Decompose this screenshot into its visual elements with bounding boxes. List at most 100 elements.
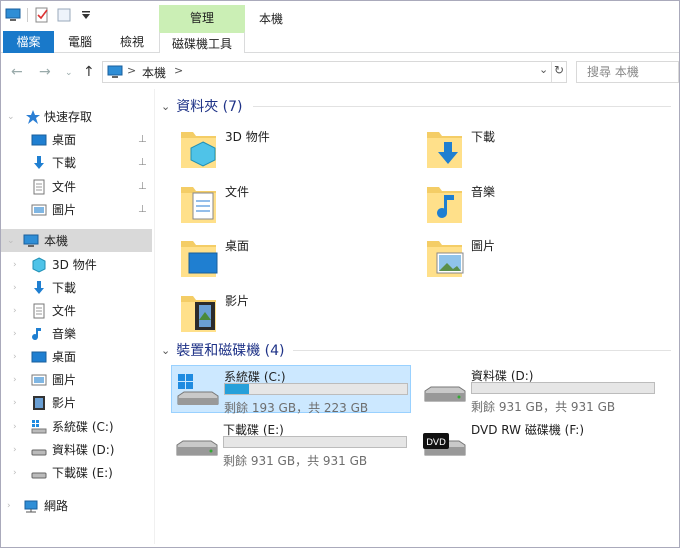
sidebar-item-label: 桌面 xyxy=(52,350,77,364)
drive-e[interactable]: 下載碟 (E:) 剩餘 931 GB，共 931 GB xyxy=(171,419,411,468)
breadcrumb-separator[interactable]: > xyxy=(174,64,183,77)
pc-icon[interactable] xyxy=(5,7,21,23)
sidebar-item-drive-c[interactable]: › 系統碟 (C:) xyxy=(1,415,152,438)
expand-icon[interactable]: › xyxy=(13,260,17,270)
expand-icon[interactable]: › xyxy=(13,352,17,362)
ribbon-tabs: 檔案 電腦 檢視 磁碟機工具 xyxy=(1,31,679,53)
sidebar-item-documents[interactable]: 文件 ⊥ xyxy=(1,175,152,198)
folder-videos[interactable]: 影片 xyxy=(179,290,409,340)
tab-file[interactable]: 檔案 xyxy=(3,31,54,53)
sidebar-item-desktop[interactable]: › 桌面 xyxy=(1,345,152,368)
drive-usage-fill xyxy=(225,384,249,394)
new-folder-icon[interactable] xyxy=(56,7,72,23)
sidebar-network[interactable]: › 網路 xyxy=(1,494,152,517)
sidebar-item-label: 音樂 xyxy=(52,327,77,341)
expand-icon[interactable]: › xyxy=(13,306,17,316)
sidebar-item-label: 下載 xyxy=(52,281,77,295)
drive-usage-bar xyxy=(223,436,407,448)
document-icon xyxy=(181,187,216,223)
breadcrumb-this-pc[interactable]: 本機 xyxy=(142,64,166,81)
desktop-icon xyxy=(31,351,47,362)
address-box[interactable]: > 本機 > ⌄ ↻ xyxy=(102,61,567,83)
sidebar-item-music[interactable]: › 音樂 xyxy=(1,322,152,345)
sidebar-item-label: 下載 xyxy=(52,156,77,170)
sidebar-item-downloads[interactable]: › 下載 xyxy=(1,276,152,299)
devices-section-header[interactable]: ⌄ 裝置和磁碟機 (4) xyxy=(161,341,671,359)
folder-3d-objects[interactable]: 3D 物件 xyxy=(179,126,409,176)
folder-documents[interactable]: 文件 xyxy=(179,181,409,231)
expand-icon[interactable]: › xyxy=(13,422,17,432)
sidebar-item-label: 文件 xyxy=(52,180,77,194)
sidebar-item-label: 文件 xyxy=(52,304,77,318)
tab-drive-tools[interactable]: 磁碟機工具 xyxy=(159,31,245,53)
3d-objects-icon xyxy=(181,132,216,168)
customize-qat-icon[interactable] xyxy=(78,7,94,23)
drive-f[interactable]: DVD DVD RW 磁碟機 (F:) xyxy=(419,419,659,467)
tab-computer[interactable]: 電腦 xyxy=(57,31,103,53)
pictures-icon xyxy=(31,374,47,385)
pc-icon xyxy=(107,65,123,78)
expand-icon[interactable]: › xyxy=(13,398,17,408)
back-icon[interactable]: ← xyxy=(11,64,23,80)
download-icon xyxy=(427,132,462,168)
pin-icon[interactable]: ⊥ xyxy=(138,204,147,215)
sidebar-item-label: 下載碟 (E:) xyxy=(52,466,113,480)
collapse-icon[interactable]: ⌄ xyxy=(161,100,170,113)
download-icon xyxy=(34,280,44,294)
title-bar: 管理 本機 xyxy=(1,1,679,31)
expand-icon[interactable]: › xyxy=(13,468,17,478)
pin-icon[interactable]: ⊥ xyxy=(138,181,147,192)
collapse-icon[interactable]: ⌄ xyxy=(7,112,15,122)
sidebar-item-label: 資料碟 (D:) xyxy=(52,443,115,457)
collapse-icon[interactable]: ⌄ xyxy=(7,236,15,246)
sidebar-item-pictures[interactable]: › 圖片 xyxy=(1,368,152,391)
sidebar-item-documents[interactable]: › 文件 xyxy=(1,299,152,322)
video-icon xyxy=(33,395,45,410)
breadcrumb-separator[interactable]: > xyxy=(127,64,136,77)
pane-divider[interactable] xyxy=(154,89,155,544)
folder-pictures[interactable]: 圖片 xyxy=(425,235,655,285)
sidebar-item-label: 3D 物件 xyxy=(52,258,97,272)
collapse-icon[interactable]: ⌄ xyxy=(161,344,170,357)
sidebar-quick-access[interactable]: ⌄ 快速存取 xyxy=(1,105,152,128)
expand-icon[interactable]: › xyxy=(13,283,17,293)
sidebar-item-3d-objects[interactable]: › 3D 物件 xyxy=(1,253,152,276)
search-box[interactable]: 搜尋 本機 xyxy=(576,61,679,83)
expand-icon[interactable]: › xyxy=(7,501,11,511)
sidebar-item-downloads[interactable]: 下載 ⊥ xyxy=(1,151,152,174)
sidebar-item-desktop[interactable]: 桌面 ⊥ xyxy=(1,128,152,151)
network-icon xyxy=(24,500,38,512)
quick-access-toolbar xyxy=(5,7,94,23)
expand-icon[interactable]: › xyxy=(13,445,17,455)
pin-icon[interactable]: ⊥ xyxy=(138,157,147,168)
pin-icon[interactable]: ⊥ xyxy=(138,134,147,145)
address-divider xyxy=(551,62,552,82)
drive-usage-bar xyxy=(224,383,408,395)
hdd-icon xyxy=(424,386,466,402)
windows-drive-icon xyxy=(31,419,47,433)
sidebar-item-videos[interactable]: › 影片 xyxy=(1,391,152,414)
forward-icon[interactable]: → xyxy=(39,64,51,80)
tab-view[interactable]: 檢視 xyxy=(109,31,155,53)
expand-icon[interactable]: › xyxy=(13,375,17,385)
drive-c[interactable]: 系統碟 (C:) 剩餘 193 GB，共 223 GB xyxy=(171,365,411,415)
refresh-icon[interactable]: ↻ xyxy=(554,63,564,77)
folders-section-header[interactable]: ⌄ 資料夾 (7) xyxy=(161,97,671,115)
drive-d[interactable]: 資料碟 (D:) 剩餘 931 GB，共 931 GB xyxy=(419,365,659,414)
folder-music[interactable]: 音樂 xyxy=(425,181,655,231)
sidebar-item-drive-d[interactable]: › 資料碟 (D:) xyxy=(1,438,152,461)
drive-free-space: 剩餘 193 GB，共 223 GB xyxy=(224,401,369,415)
music-icon xyxy=(32,327,41,340)
expand-icon[interactable]: › xyxy=(13,329,17,339)
sidebar-this-pc[interactable]: ⌄ 本機 xyxy=(1,229,152,252)
folder-downloads[interactable]: 下載 xyxy=(425,126,655,176)
music-icon xyxy=(427,187,462,223)
sidebar-item-pictures[interactable]: 圖片 ⊥ xyxy=(1,198,152,221)
sidebar-item-drive-e[interactable]: › 下載碟 (E:) xyxy=(1,461,152,484)
properties-icon[interactable] xyxy=(34,7,50,23)
recent-locations-icon[interactable]: ⌄ xyxy=(65,68,73,78)
folder-desktop[interactable]: 桌面 xyxy=(179,235,409,285)
address-dropdown-icon[interactable]: ⌄ xyxy=(539,63,548,76)
up-icon[interactable]: ↑ xyxy=(83,64,95,80)
section-rule xyxy=(293,350,671,351)
